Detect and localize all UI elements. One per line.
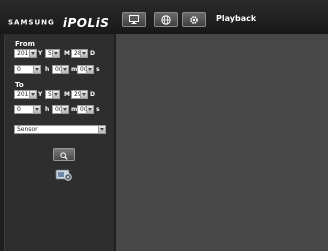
gear-icon <box>189 15 199 25</box>
to-month-select[interactable]: 5 <box>45 90 60 99</box>
live-view-button[interactable] <box>122 12 146 27</box>
to-day-unit: D <box>90 91 95 98</box>
chevron-down-icon <box>52 91 59 98</box>
chevron-down-icon <box>52 50 59 57</box>
export-button[interactable] <box>55 169 73 183</box>
from-minute-select[interactable]: 00 <box>52 65 69 74</box>
search-panel: From 2010 Y 5 M 28 D 0 h 00 m 00 s To 20… <box>4 34 114 251</box>
from-second-select[interactable]: 00 <box>77 65 94 74</box>
from-month-unit: M <box>64 50 70 57</box>
from-year-unit: Y <box>38 50 43 57</box>
chevron-down-icon <box>86 66 93 73</box>
chevron-down-icon <box>33 106 40 113</box>
chevron-down-icon <box>33 66 40 73</box>
to-year-unit: Y <box>38 91 43 98</box>
playback-viewer-area <box>116 34 328 251</box>
to-second-unit: s <box>96 106 100 113</box>
app-window: SAMSUNG iPOLiS Playback From 2010 Y 5 M … <box>0 0 328 251</box>
chevron-down-icon <box>80 91 87 98</box>
brand-product: iPOLiS <box>62 15 110 30</box>
from-hour-unit: h <box>45 66 50 73</box>
network-button[interactable] <box>154 12 178 27</box>
from-hour-value: 0 <box>17 66 21 73</box>
event-type-select[interactable]: Sensor <box>14 125 106 134</box>
to-hour-unit: h <box>45 106 50 113</box>
to-second-select[interactable]: 00 <box>77 105 94 114</box>
to-hour-value: 0 <box>17 106 21 113</box>
chevron-down-icon <box>80 50 87 57</box>
setup-button[interactable] <box>182 12 206 27</box>
chevron-down-icon <box>98 126 105 133</box>
search-icon <box>60 145 68 164</box>
brand-logo: SAMSUNG iPOLiS <box>8 12 109 31</box>
to-year-select[interactable]: 2010 <box>14 90 37 99</box>
chevron-down-icon <box>29 91 36 98</box>
to-day-select[interactable]: 29 <box>71 90 88 99</box>
chevron-down-icon <box>86 106 93 113</box>
to-month-unit: M <box>64 91 70 98</box>
chevron-down-icon <box>61 66 68 73</box>
globe-icon <box>161 14 171 25</box>
from-day-unit: D <box>90 50 95 57</box>
chevron-down-icon <box>29 50 36 57</box>
chevron-down-icon <box>61 106 68 113</box>
from-day-select[interactable]: 28 <box>71 49 88 58</box>
page-title: Playback <box>216 14 257 23</box>
event-type-value: Sensor <box>17 126 38 133</box>
monitor-icon <box>129 15 139 24</box>
header-bar: SAMSUNG iPOLiS Playback <box>0 0 328 34</box>
to-label: To <box>15 81 24 89</box>
search-button[interactable] <box>53 148 75 161</box>
to-hour-select[interactable]: 0 <box>14 105 41 114</box>
from-label: From <box>15 40 35 48</box>
export-icon <box>55 167 73 186</box>
from-year-select[interactable]: 2010 <box>14 49 37 58</box>
to-minute-select[interactable]: 00 <box>52 105 69 114</box>
from-month-select[interactable]: 5 <box>45 49 60 58</box>
from-second-unit: s <box>96 66 100 73</box>
brand-company: SAMSUNG <box>8 18 55 27</box>
from-hour-select[interactable]: 0 <box>14 65 41 74</box>
